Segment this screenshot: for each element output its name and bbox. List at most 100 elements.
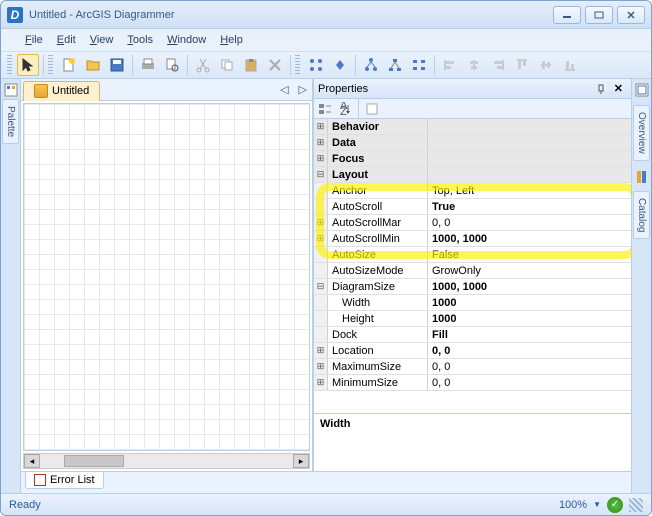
prop-diagramsize[interactable]: ⊟DiagramSize1000, 1000 [314,279,631,295]
menu-file[interactable]: File [19,32,49,48]
prop-minimumsize[interactable]: ⊞MinimumSize0, 0 [314,375,631,391]
error-list-label: Error List [50,474,95,486]
prop-maximumsize[interactable]: ⊞MaximumSize0, 0 [314,359,631,375]
prop-dock[interactable]: DockFill [314,327,631,343]
status-ok-icon: ✓ [607,497,623,513]
new-button[interactable] [58,54,80,76]
svg-text:Z: Z [340,106,347,116]
scroll-left-button[interactable]: ◂ [24,454,40,468]
align-button-2[interactable] [463,54,485,76]
status-text: Ready [9,499,41,511]
prop-height[interactable]: Height1000 [314,311,631,327]
palette-icon [4,83,18,97]
open-button[interactable] [82,54,104,76]
doc-next-button[interactable]: ▷ [296,83,310,96]
property-help: Width [314,413,631,471]
toolbar-grip[interactable] [48,55,53,75]
doc-prev-button[interactable]: ◁ [277,83,291,96]
copy-button[interactable] [216,54,238,76]
properties-header: Properties ✕ [314,79,631,99]
prop-autoscrollmargin[interactable]: ⊞AutoScrollMar0, 0 [314,215,631,231]
document-tab-label: Untitled [52,85,89,97]
hierarchy-layout-button[interactable] [408,54,430,76]
properties-title: Properties [318,83,368,95]
window-title: Untitled - ArcGIS Diagrammer [29,9,547,21]
resize-grip[interactable] [629,498,643,512]
categorized-button[interactable] [316,100,334,118]
scroll-right-button[interactable]: ▸ [293,454,309,468]
paste-button[interactable] [240,54,262,76]
delete-button[interactable] [264,54,286,76]
app-window: D Untitled - ArcGIS Diagrammer File Edit… [0,0,652,516]
document-icon [34,84,48,98]
properties-toolbar: AZ [314,99,631,119]
prop-autoscrollminsize[interactable]: ⊞AutoScrollMin1000, 1000 [314,231,631,247]
menubar: File Edit View Tools Window Help [1,29,651,51]
minimize-button[interactable] [553,6,581,24]
pin-button[interactable] [592,84,610,94]
scroll-thumb[interactable] [64,455,124,467]
menu-tools[interactable]: Tools [121,32,159,48]
align-button-1[interactable] [439,54,461,76]
document-tab[interactable]: Untitled [23,81,100,101]
save-button[interactable] [106,54,128,76]
prop-anchor[interactable]: AnchorTop, Left [314,183,631,199]
diagram-canvas[interactable] [23,103,310,451]
align-button-4[interactable] [511,54,533,76]
menu-help[interactable]: Help [214,32,249,48]
align-button-3[interactable] [487,54,509,76]
body: Palette Untitled ◁ ▷ [1,79,651,493]
menu-view[interactable]: View [84,32,120,48]
category-focus[interactable]: ⊞Focus [314,151,631,167]
close-panel-button[interactable]: ✕ [610,82,627,95]
cut-button[interactable] [192,54,214,76]
help-property-name: Width [320,418,625,430]
prop-autoscroll[interactable]: AutoScrollTrue [314,199,631,215]
property-pages-button[interactable] [363,100,381,118]
statusbar: Ready 100% ▼ ✓ [1,493,651,515]
layout-button-2[interactable] [329,54,351,76]
tree-layout-button[interactable] [360,54,382,76]
error-list-icon [34,474,46,486]
document-nav: ◁ ▷ [277,83,310,96]
canvas-grid [24,104,309,450]
palette-tab[interactable]: Palette [2,99,19,144]
horizontal-scrollbar[interactable]: ◂ ▸ [23,453,310,469]
properties-grid[interactable]: ⊞Behavior ⊞Data ⊞Focus ⊟Layout AnchorTop… [314,119,631,413]
pointer-tool-button[interactable] [17,54,39,76]
overview-tab[interactable]: Overview [633,105,650,161]
sidebar-right: Overview Catalog [631,79,651,493]
zoom-level[interactable]: 100% [559,499,587,511]
toolbar-grip[interactable] [295,55,300,75]
prop-width[interactable]: Width1000 [314,295,631,311]
doc-area: Untitled ◁ ▷ ◂ ▸ [21,79,631,471]
zoom-dropdown-icon[interactable]: ▼ [593,500,601,509]
prop-autosizemode[interactable]: AutoSizeModeGrowOnly [314,263,631,279]
print-preview-button[interactable] [161,54,183,76]
center-area: Untitled ◁ ▷ ◂ ▸ [21,79,631,493]
catalog-tab[interactable]: Catalog [633,191,650,239]
menu-window[interactable]: Window [161,32,212,48]
prop-location[interactable]: ⊞Location0, 0 [314,343,631,359]
window-buttons [553,6,645,24]
toolbar-grip[interactable] [7,55,12,75]
error-list-tab[interactable]: Error List [25,472,104,489]
print-button[interactable] [137,54,159,76]
document-tabs: Untitled ◁ ▷ [21,79,312,101]
menu-edit[interactable]: Edit [51,32,82,48]
catalog-icon [635,169,649,183]
layout-button-1[interactable] [305,54,327,76]
properties-panel: Properties ✕ AZ ⊞Behavior ⊞Data [313,79,631,471]
category-layout[interactable]: ⊟Layout [314,167,631,183]
close-button[interactable] [617,6,645,24]
sidebar-left: Palette [1,79,21,493]
titlebar[interactable]: D Untitled - ArcGIS Diagrammer [1,1,651,29]
maximize-button[interactable] [585,6,613,24]
category-behavior[interactable]: ⊞Behavior [314,119,631,135]
prop-autosize[interactable]: AutoSizeFalse [314,247,631,263]
circular-layout-button[interactable] [384,54,406,76]
category-data[interactable]: ⊞Data [314,135,631,151]
alphabetical-button[interactable]: AZ [336,100,354,118]
align-button-5[interactable] [535,54,557,76]
align-button-6[interactable] [559,54,581,76]
